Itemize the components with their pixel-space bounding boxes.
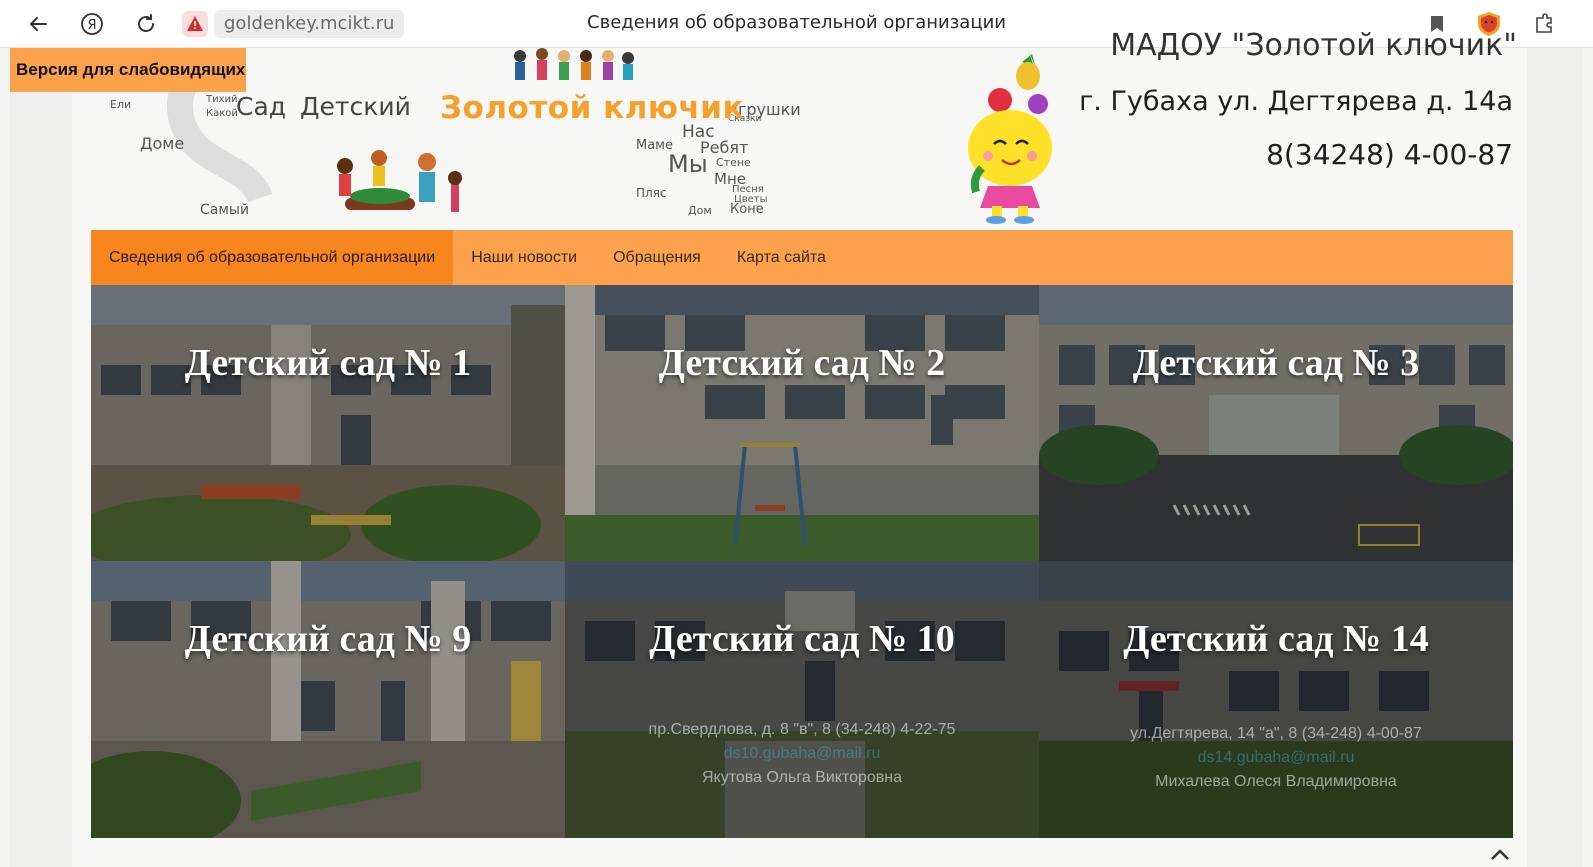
extensions-icon[interactable] bbox=[1530, 10, 1560, 38]
org-address: г. Губаха ул. Дегтярева д. 14а bbox=[1079, 86, 1513, 117]
org-name: МАДОУ "Золотой ключик" bbox=[1110, 28, 1517, 63]
reload-icon[interactable] bbox=[132, 10, 160, 38]
tile-email[interactable]: ds10.gubaha@mail.ru bbox=[565, 745, 1039, 763]
menu-item-sitemap[interactable]: Карта сайта bbox=[719, 230, 844, 285]
tile-head: Михалева Олеся Владимировна bbox=[1155, 773, 1397, 790]
word-cloud-word: Какой bbox=[206, 108, 238, 119]
word-cloud-word: Доме bbox=[140, 134, 185, 153]
tile-dim-overlay bbox=[1039, 561, 1513, 838]
menu-item-appeals[interactable]: Обращения bbox=[595, 230, 719, 285]
word-cloud-word: Дом bbox=[688, 204, 712, 217]
mascot-image bbox=[958, 48, 1068, 224]
word-cloud-word: Самый bbox=[200, 202, 250, 218]
scroll-to-top-icon[interactable] bbox=[1488, 845, 1512, 863]
kindergarten-tile-10[interactable]: Детский сад № 10 пр.Свердлова, д. 8 "в",… bbox=[565, 561, 1039, 838]
kindergarten-tile-14[interactable]: Детский сад № 14 ул.Дегтярева, 14 "а", 8… bbox=[1039, 561, 1513, 838]
back-icon[interactable] bbox=[24, 10, 52, 38]
kindergarten-tile-9[interactable]: Детский сад № 9 bbox=[91, 561, 565, 838]
tile-email[interactable]: ds14.gubaha@mail.ru bbox=[1039, 749, 1513, 767]
word-cloud-word: Ели bbox=[110, 98, 132, 111]
tile-dim-overlay bbox=[1039, 285, 1513, 561]
tile-title[interactable]: Детский сад № 9 bbox=[91, 617, 565, 661]
menu-item-news[interactable]: Наши новости bbox=[453, 230, 595, 285]
svg-text:Я: Я bbox=[87, 18, 96, 33]
tile-address: ул.Дегтярева, 14 "а", 8 (34-248) 4-00-87 bbox=[1130, 725, 1422, 742]
warning-icon[interactable] bbox=[182, 11, 208, 37]
logo-title: Золотой ключик bbox=[440, 90, 745, 126]
tile-address: пр.Свердлова, д. 8 "в", 8 (34-248) 4-22-… bbox=[648, 721, 956, 738]
word-cloud-word: Мы bbox=[668, 150, 708, 178]
address-bar[interactable]: goldenkey.mcikt.ru bbox=[182, 10, 405, 38]
tile-dim-overlay bbox=[91, 561, 565, 838]
yandex-icon[interactable]: Я bbox=[78, 10, 106, 38]
tile-dim-overlay bbox=[565, 561, 1039, 838]
org-phone[interactable]: 8(34248) 4-00-87 bbox=[1266, 138, 1513, 171]
tile-dim-overlay bbox=[91, 285, 565, 561]
word-cloud-word: Пляс bbox=[636, 186, 667, 200]
word-cloud-word: Стене bbox=[716, 156, 751, 169]
accessibility-version-button[interactable]: Версия для слабовидящих bbox=[10, 48, 246, 92]
kindergarten-tile-1[interactable]: Детский сад № 1 bbox=[91, 285, 565, 561]
tile-title[interactable]: Детский сад № 1 bbox=[91, 341, 565, 385]
url-text[interactable]: goldenkey.mcikt.ru bbox=[214, 10, 405, 38]
kindergarten-tile-3[interactable]: Детский сад № 3 bbox=[1039, 285, 1513, 561]
tile-title[interactable]: Детский сад № 3 bbox=[1039, 341, 1513, 385]
tile-head: Якутова Ольга Викторовна bbox=[701, 769, 903, 786]
kindergarten-grid: Детский сад № 1 Детский сад № 2 Детский … bbox=[91, 285, 1513, 838]
word-cloud-word: Цветы bbox=[734, 194, 768, 205]
word-cloud-word: Тихий bbox=[206, 94, 238, 105]
menu-item-organization-info[interactable]: Сведения об образовательной организации bbox=[91, 230, 454, 285]
word-cloud-word: Сад bbox=[236, 92, 287, 121]
tile-title[interactable]: Детский сад № 2 bbox=[565, 341, 1039, 385]
tile-dim-overlay bbox=[565, 285, 1039, 561]
main-menu: Сведения об образовательной организации … bbox=[91, 230, 1513, 285]
tile-title[interactable]: Детский сад № 14 bbox=[1039, 617, 1513, 661]
word-cloud-word: Детский bbox=[300, 92, 411, 121]
tile-title[interactable]: Детский сад № 10 bbox=[565, 617, 1039, 661]
kindergarten-tile-2[interactable]: Детский сад № 2 bbox=[565, 285, 1039, 561]
